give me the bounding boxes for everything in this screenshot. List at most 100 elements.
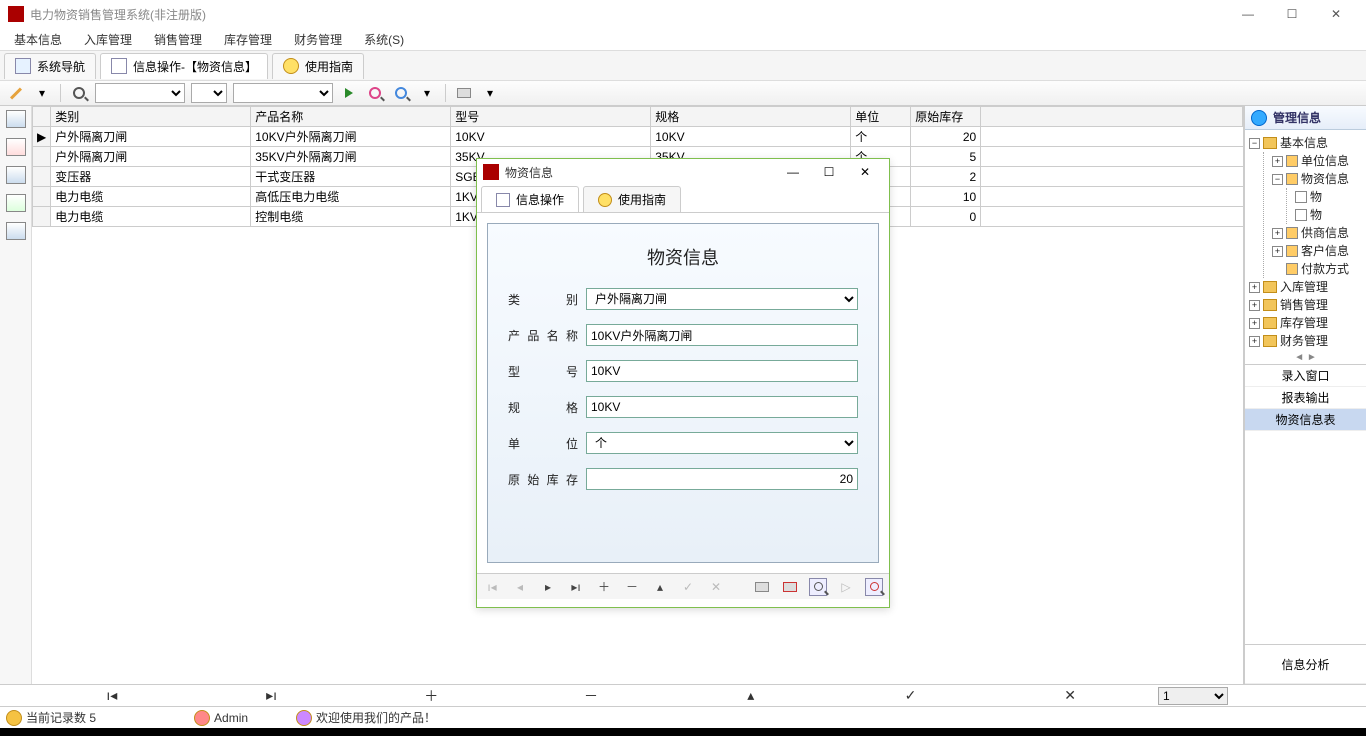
dialog-titlebar[interactable]: 物资信息 — ☐ ✕ bbox=[477, 159, 889, 185]
remove-icon[interactable]: － bbox=[623, 578, 641, 596]
nav-confirm-button[interactable]: ✓ bbox=[831, 687, 991, 704]
filter-select-3[interactable] bbox=[233, 83, 333, 103]
filter-select-2[interactable] bbox=[191, 83, 227, 103]
confirm-icon[interactable]: ✓ bbox=[679, 578, 697, 596]
nav-cancel-button[interactable]: ✕ bbox=[990, 687, 1150, 704]
filter-select-1[interactable] bbox=[95, 83, 185, 103]
minimize-button[interactable]: — bbox=[1226, 0, 1270, 28]
expand-icon[interactable]: + bbox=[1249, 282, 1260, 293]
filter-button[interactable]: ▾ bbox=[417, 83, 437, 103]
tree-node-sales[interactable]: +销售管理 bbox=[1247, 296, 1364, 314]
find-button-2[interactable] bbox=[391, 83, 411, 103]
input-model[interactable] bbox=[586, 360, 858, 382]
close-button[interactable]: ✕ bbox=[1314, 0, 1358, 28]
input-category[interactable]: 户外隔离刀闸 bbox=[586, 288, 858, 310]
dialog-close-button[interactable]: ✕ bbox=[847, 160, 883, 184]
col-category[interactable]: 类别 bbox=[51, 107, 251, 127]
nav-prev-button[interactable]: ▸ı bbox=[192, 687, 352, 704]
nav-prev-icon[interactable]: ◂ bbox=[511, 578, 529, 596]
right-tab-analysis[interactable]: 信息分析 bbox=[1245, 644, 1366, 684]
tree-label: 财务管理 bbox=[1280, 332, 1328, 350]
leftbar-icon-4[interactable] bbox=[6, 194, 26, 212]
label-name: 产品名称 bbox=[508, 327, 578, 344]
menu-inventory[interactable]: 库存管理 bbox=[214, 29, 282, 50]
nav-first-icon[interactable]: ı◂ bbox=[483, 578, 501, 596]
dialog-minimize-button[interactable]: — bbox=[775, 160, 811, 184]
print-red-icon[interactable] bbox=[781, 578, 799, 596]
dialog-tab-info-ops[interactable]: 信息操作 bbox=[481, 186, 579, 212]
tab-system-nav[interactable]: 系统导航 bbox=[4, 53, 96, 79]
tab-info-ops[interactable]: 信息操作-【物资信息】 bbox=[100, 53, 268, 79]
col-spec[interactable]: 规格 bbox=[651, 107, 851, 127]
input-name[interactable] bbox=[586, 324, 858, 346]
expand-icon[interactable]: + bbox=[1272, 228, 1283, 239]
cancel-icon[interactable]: ✕ bbox=[707, 578, 725, 596]
expand-icon[interactable]: + bbox=[1249, 300, 1260, 311]
find-button-1[interactable] bbox=[365, 83, 385, 103]
maximize-button[interactable]: ☐ bbox=[1270, 0, 1314, 28]
tree-label: 库存管理 bbox=[1280, 314, 1328, 332]
nav-page-select[interactable]: 1 bbox=[1158, 687, 1228, 705]
scroll-left-icon[interactable]: ◄ ► bbox=[1245, 351, 1366, 364]
tree-leaf[interactable]: 物 bbox=[1293, 206, 1364, 224]
leftbar-icon-3[interactable] bbox=[6, 166, 26, 184]
print-icon[interactable] bbox=[753, 578, 771, 596]
col-model[interactable]: 型号 bbox=[451, 107, 651, 127]
expand-icon[interactable]: − bbox=[1272, 174, 1283, 185]
expand-icon[interactable]: − bbox=[1249, 138, 1260, 149]
tree-node-payment[interactable]: 付款方式 bbox=[1270, 260, 1364, 278]
right-tab-entry[interactable]: 录入窗口 bbox=[1245, 365, 1366, 387]
print-dropdown[interactable]: ▾ bbox=[480, 83, 500, 103]
table-row[interactable]: ▶户外隔离刀闸10KV户外隔离刀闸10KV10KV个20 bbox=[33, 127, 1243, 147]
expand-icon[interactable]: + bbox=[1249, 336, 1260, 347]
right-tab-report[interactable]: 报表输出 bbox=[1245, 387, 1366, 409]
nav-tree[interactable]: − 基本信息 +单位信息 −物资信息 物 物 +供商信息 +客户信息 付款方式 … bbox=[1245, 130, 1366, 351]
zoom-icon[interactable] bbox=[865, 578, 883, 596]
nav-next-icon[interactable]: ▸ bbox=[539, 578, 557, 596]
play-icon[interactable]: ▷ bbox=[837, 578, 855, 596]
dialog-maximize-button[interactable]: ☐ bbox=[811, 160, 847, 184]
search-button[interactable] bbox=[69, 83, 89, 103]
preview-icon[interactable] bbox=[809, 578, 827, 596]
tree-node-material[interactable]: −物资信息 bbox=[1270, 170, 1364, 188]
col-stock[interactable]: 原始库存 bbox=[911, 107, 981, 127]
input-spec[interactable] bbox=[586, 396, 858, 418]
dropdown-1[interactable]: ▾ bbox=[32, 83, 52, 103]
col-name[interactable]: 产品名称 bbox=[251, 107, 451, 127]
tree-node-finance[interactable]: + 财务管理 bbox=[1247, 332, 1364, 350]
tree-root[interactable]: − 基本信息 bbox=[1247, 134, 1364, 152]
expand-icon[interactable]: + bbox=[1272, 246, 1283, 257]
menu-sales[interactable]: 销售管理 bbox=[144, 29, 212, 50]
right-tab-material[interactable]: 物资信息表 bbox=[1245, 409, 1366, 431]
leftbar-icon-1[interactable] bbox=[6, 110, 26, 128]
edit-button[interactable] bbox=[6, 83, 26, 103]
add-icon[interactable]: ＋ bbox=[595, 578, 613, 596]
dialog-tab-guide[interactable]: 使用指南 bbox=[583, 186, 681, 212]
tree-node-supplier[interactable]: +供商信息 bbox=[1270, 224, 1364, 242]
menu-system[interactable]: 系统(S) bbox=[354, 29, 414, 50]
menu-finance[interactable]: 财务管理 bbox=[284, 29, 352, 50]
leftbar-icon-2[interactable] bbox=[6, 138, 26, 156]
nav-up-button[interactable]: ▴ bbox=[671, 687, 831, 704]
menu-inbound[interactable]: 入库管理 bbox=[74, 29, 142, 50]
input-stock[interactable] bbox=[586, 468, 858, 490]
nav-last-icon[interactable]: ▸ı bbox=[567, 578, 585, 596]
nav-remove-button[interactable]: － bbox=[511, 686, 671, 706]
nav-add-button[interactable]: ＋ bbox=[351, 686, 511, 706]
expand-icon[interactable]: + bbox=[1249, 318, 1260, 329]
print-button[interactable] bbox=[454, 83, 474, 103]
tree-node-inventory[interactable]: + 库存管理 bbox=[1247, 314, 1364, 332]
run-button[interactable] bbox=[339, 83, 359, 103]
nav-first-button[interactable]: ı◂ bbox=[32, 687, 192, 704]
tab-guide[interactable]: 使用指南 bbox=[272, 53, 364, 79]
tree-leaf[interactable]: 物 bbox=[1293, 188, 1364, 206]
col-unit[interactable]: 单位 bbox=[851, 107, 911, 127]
menu-basic-info[interactable]: 基本信息 bbox=[4, 29, 72, 50]
tree-node-inbound[interactable]: +入库管理 bbox=[1247, 278, 1364, 296]
leftbar-icon-5[interactable] bbox=[6, 222, 26, 240]
tree-node-customer[interactable]: +客户信息 bbox=[1270, 242, 1364, 260]
up-icon[interactable]: ▴ bbox=[651, 578, 669, 596]
expand-icon[interactable]: + bbox=[1272, 156, 1283, 167]
input-unit[interactable]: 个 bbox=[586, 432, 858, 454]
tree-node-unit[interactable]: +单位信息 bbox=[1270, 152, 1364, 170]
